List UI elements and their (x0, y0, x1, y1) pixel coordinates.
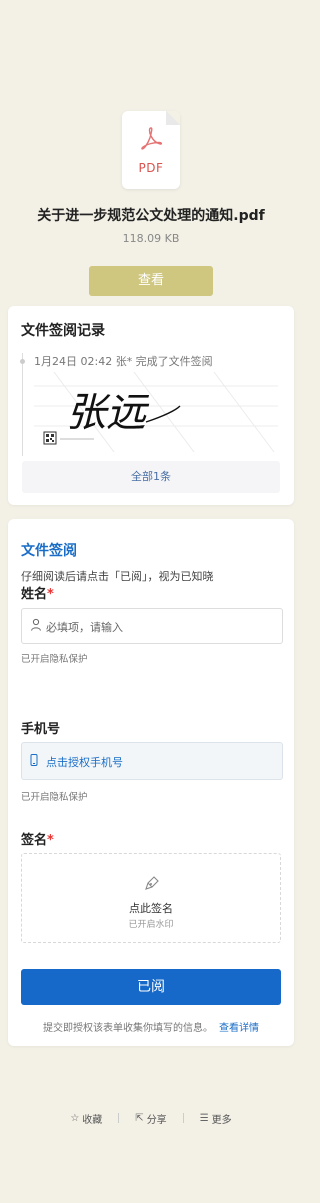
file-header: PDF 关于进一步规范公文处理的通知.pdf 118.09 KB 查看 (0, 0, 302, 300)
notice-text: 提交即授权该表单收集你填写的信息。 (43, 1023, 213, 1034)
file-name: 关于进一步规范公文处理的通知.pdf (37, 208, 265, 224)
record-entry: 1月24日 02:42 张* 完成了文件签阅 (34, 355, 213, 368)
phone-privacy-note: 已开启隐私保护 (21, 792, 88, 803)
more-label: 更多 (211, 1114, 232, 1126)
phone-icon (30, 754, 38, 766)
pdf-file-icon: PDF (122, 111, 180, 189)
page-fold (166, 111, 180, 125)
phone-label: 手机号 (21, 722, 61, 737)
view-details-link[interactable]: 查看详情 (219, 1023, 259, 1034)
menu-icon: ☰ (199, 1112, 209, 1124)
timeline-line (22, 353, 23, 456)
view-button[interactable]: 查看 (89, 266, 213, 296)
timeline-dot (20, 359, 25, 364)
acrobat-icon (141, 127, 163, 150)
sign-records-card: 文件签阅记录 1月24日 02:42 张* 完成了文件签阅 张远 全部1条 (8, 306, 294, 505)
star-icon: ☆ (70, 1112, 80, 1124)
name-privacy-note: 已开启隐私保护 (21, 654, 88, 665)
all-records-button[interactable]: 全部1条 (22, 461, 280, 493)
read-confirm-button[interactable]: 已阅 (21, 969, 281, 1005)
authorize-phone-button[interactable]: 点击授权手机号 (21, 742, 283, 780)
signature-text: 张远 (66, 390, 150, 436)
watermark-note: 已开启水印 (128, 920, 174, 930)
divider (182, 1113, 184, 1123)
required-mark: * (47, 587, 54, 602)
qr-code-icon (43, 431, 57, 445)
form-title: 文件签阅 (21, 543, 77, 559)
records-title: 文件签阅记录 (21, 323, 105, 339)
name-label: 姓名* (21, 583, 54, 602)
privacy-notice: 提交即授权该表单收集你填写的信息。 查看详情 (8, 1019, 294, 1034)
name-field[interactable]: 必填项，请输入 (21, 608, 283, 644)
share-label: 分享 (146, 1114, 167, 1126)
signature-label-text: 签名 (21, 833, 48, 848)
file-size: 118.09 KB (122, 232, 180, 245)
required-mark: * (47, 833, 54, 848)
name-placeholder: 必填项，请输入 (46, 621, 123, 634)
form-subtitle: 仔细阅读后请点击「已阅」，视为已知晓 (21, 570, 214, 583)
signature-label: 签名* (21, 829, 54, 848)
sign-form-card: 文件签阅 仔细阅读后请点击「已阅」，视为已知晓 姓名* 必填项，请输入 已开启隐… (8, 519, 294, 1046)
divider (118, 1113, 120, 1123)
more-button[interactable]: ☰ 更多 (200, 1111, 232, 1126)
sign-here-text: 点此签名 (129, 902, 173, 915)
pen-icon (145, 876, 159, 890)
signature-image[interactable]: 张远 (34, 372, 278, 452)
pdf-type-label: PDF (138, 161, 164, 175)
favorite-button[interactable]: ☆ 收藏 (70, 1111, 102, 1126)
user-icon (31, 618, 41, 631)
signature-pad[interactable]: 点此签名 已开启水印 (21, 853, 281, 943)
share-button[interactable]: ⇱ 分享 (135, 1111, 166, 1126)
name-label-text: 姓名 (21, 587, 48, 602)
favorite-label: 收藏 (82, 1114, 103, 1126)
footer-actions: ☆ 收藏 ⇱ 分享 ☰ 更多 (0, 1110, 302, 1126)
share-icon: ⇱ (135, 1112, 144, 1124)
phone-action-text: 点击授权手机号 (46, 756, 123, 769)
